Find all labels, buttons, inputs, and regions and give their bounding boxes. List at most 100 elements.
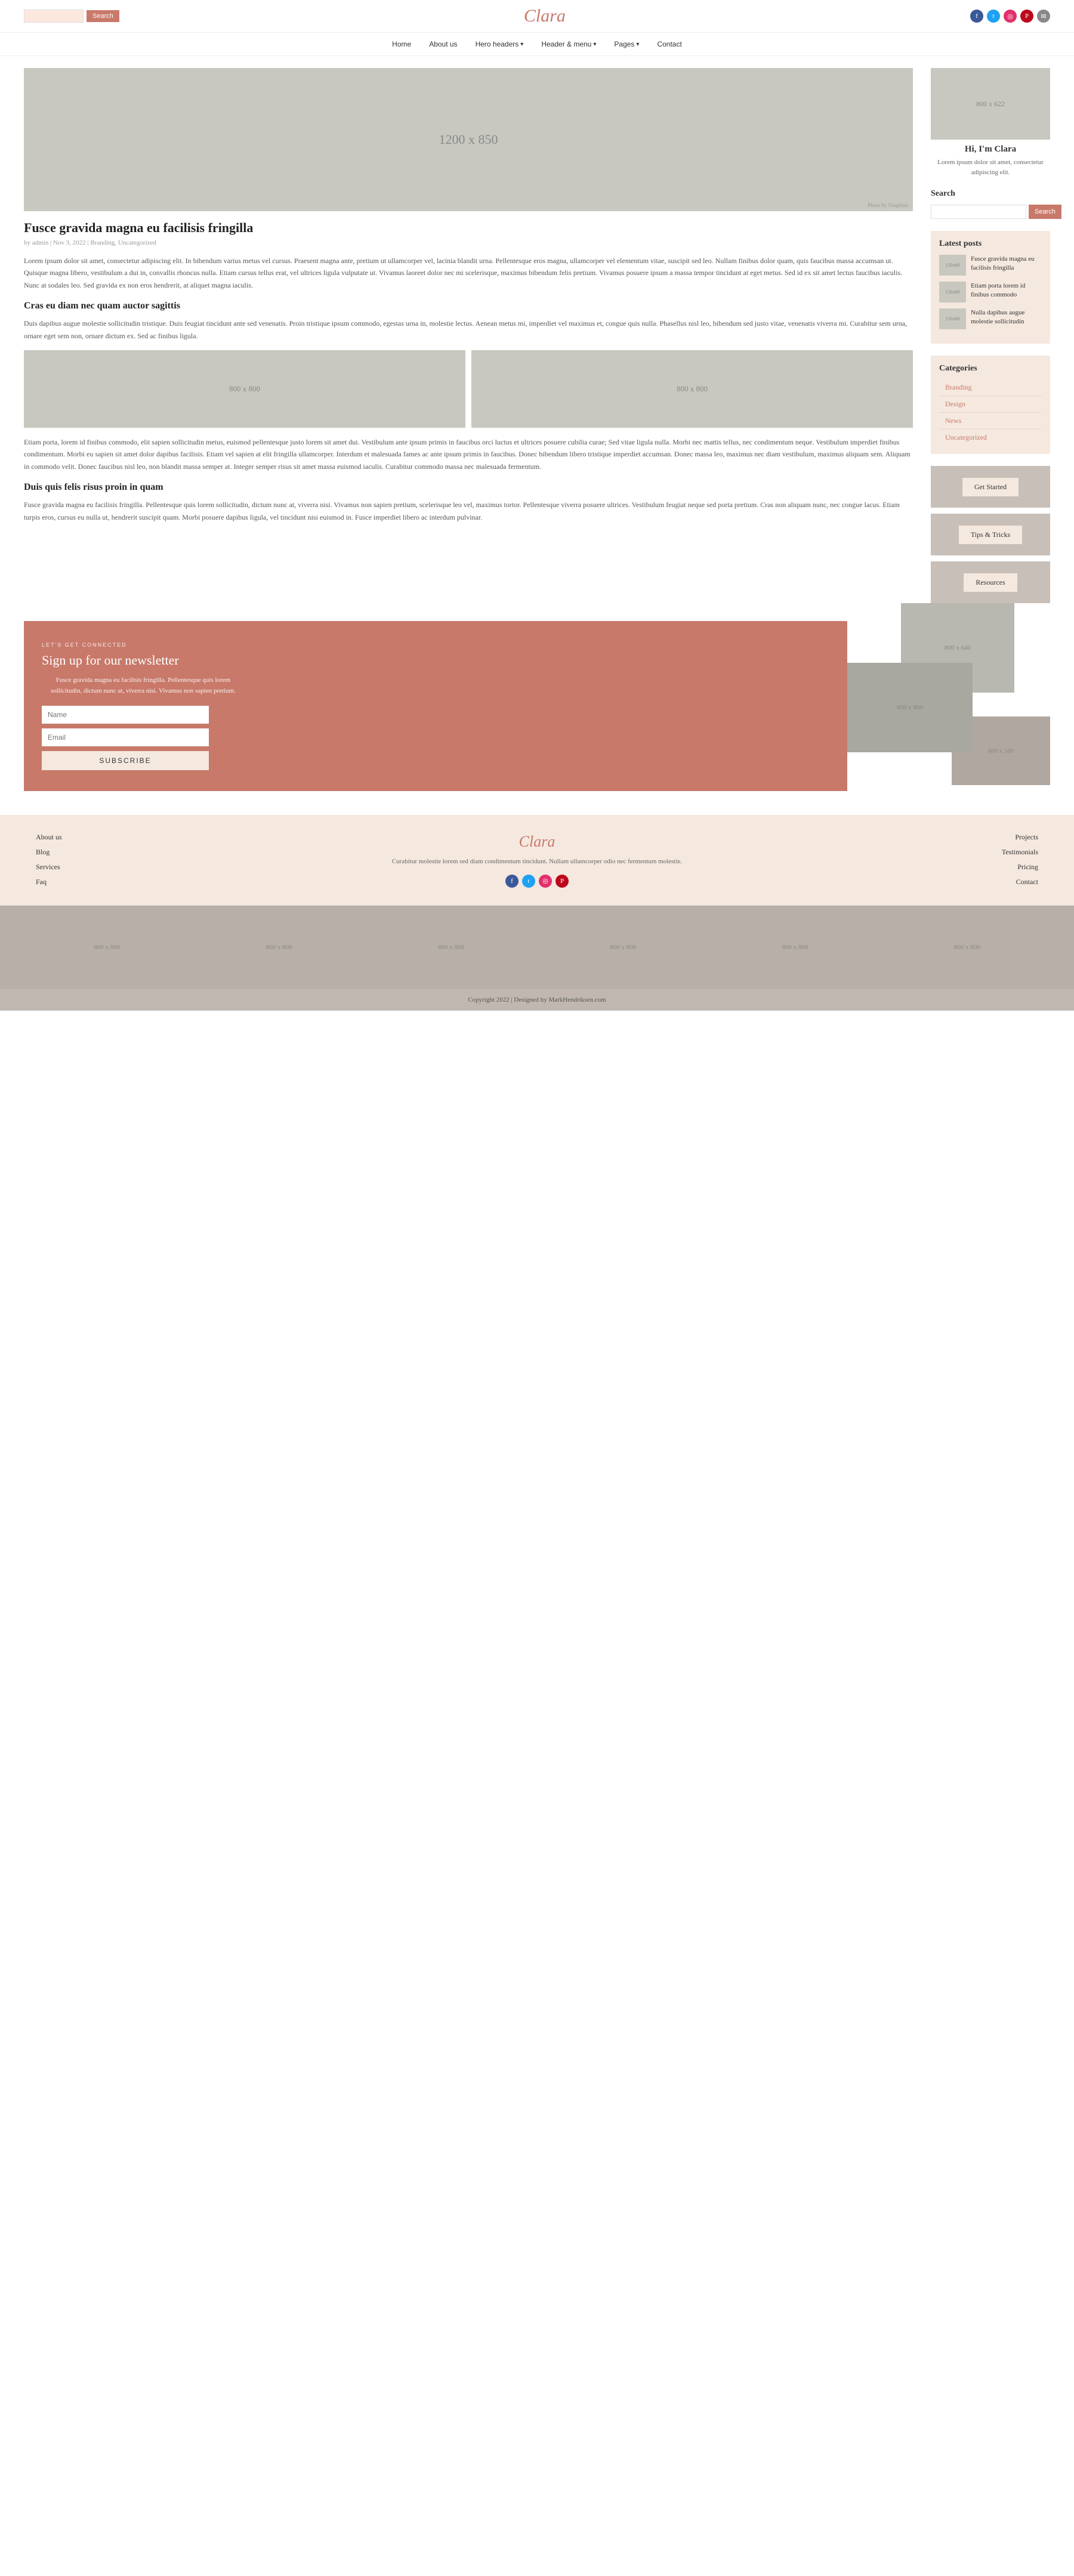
strip-image-4: 800 x 800	[540, 918, 706, 977]
footer-link-services[interactable]: Services	[36, 863, 107, 872]
sidebar-profile-widget: 800 x 622 Hi, I'm Clara Lorem ipsum dolo…	[931, 68, 1050, 177]
newsletter-name-input[interactable]	[42, 706, 209, 724]
main-navigation: Home About us Hero headers Header & menu…	[0, 33, 1074, 56]
hero-image: 1200 x 850 Photo by Unsplash	[24, 68, 913, 211]
article-heading-2: Duis quis felis risus proin in quam	[24, 482, 913, 493]
pinterest-icon[interactable]: P	[1020, 10, 1033, 23]
sidebar-profile-name: Hi, I'm Clara	[931, 144, 1050, 155]
sidebar-get-started-widget[interactable]: Get Started	[931, 466, 1050, 508]
newsletter-content: LET'S GET CONNECTED Sign up for our news…	[24, 621, 847, 791]
category-uncategorized[interactable]: Uncategorized	[939, 430, 1042, 446]
post-title-2[interactable]: Etiam porta lorem id finibus commodo	[971, 282, 1042, 300]
post-title-3[interactable]: Nulla dapibus augue molestie sollicitudi…	[971, 308, 1042, 327]
article-image-1: 800 x 800	[24, 350, 465, 428]
footer: About us Blog Services Faq Clara Curabit…	[0, 815, 1074, 906]
hero-image-credit: Photo by Unsplash	[868, 202, 908, 208]
sidebar-search-widget: Search Search	[931, 189, 1050, 219]
nav-home[interactable]: Home	[392, 40, 411, 48]
footer-link-pricing[interactable]: Pricing	[967, 863, 1038, 872]
nav-pages[interactable]: Pages	[614, 40, 639, 48]
nav-header-menu[interactable]: Header & menu	[541, 40, 596, 48]
article-meta: by admin | Nov 3, 2022 | Branding, Uncat…	[24, 239, 913, 246]
category-news[interactable]: News	[939, 413, 1042, 430]
footer-link-about[interactable]: About us	[36, 833, 107, 842]
site-logo: Clara	[119, 6, 970, 26]
article-paragraph-3: Etiam porta, lorem id finibus commodo, e…	[24, 436, 913, 472]
post-title-1[interactable]: Fusce gravida magna eu facilisis fringil…	[971, 255, 1042, 273]
post-thumbnail-1: 150x80	[939, 255, 966, 276]
twitter-icon[interactable]: t	[987, 10, 1000, 23]
instagram-icon[interactable]: ◎	[1004, 10, 1017, 23]
footer-link-projects[interactable]: Projects	[967, 833, 1038, 842]
image-strip: 800 x 800 800 x 800 800 x 800 800 x 800 …	[0, 906, 1074, 989]
footer-description: Curabitur molestie lorem sed diam condim…	[125, 857, 949, 867]
sidebar-search-row: Search	[931, 205, 1050, 219]
copyright-text: Copyright 2022 | Designed by MarkHendrik…	[468, 996, 606, 1003]
sidebar-tips-widget[interactable]: Tips & Tricks	[931, 514, 1050, 555]
newsletter-images: 800 x 640 800 x 800 800 x 500	[847, 621, 1050, 791]
footer-link-testimonials[interactable]: Testimonials	[967, 848, 1038, 857]
newsletter-tag: LET'S GET CONNECTED	[42, 642, 127, 648]
article-image-2: 800 x 800	[471, 350, 913, 428]
footer-left-links: About us Blog Services Faq	[36, 833, 107, 887]
list-item: 150x80 Nulla dapibus augue molestie soll…	[939, 308, 1042, 329]
footer-link-blog[interactable]: Blog	[36, 848, 107, 857]
newsletter-email-input[interactable]	[42, 728, 209, 746]
category-design[interactable]: Design	[939, 396, 1042, 413]
post-thumbnail-2: 150x80	[939, 282, 966, 302]
strip-image-2: 800 x 800	[196, 918, 362, 977]
strip-image-6: 800 x 800	[884, 918, 1050, 977]
footer-pinterest-icon[interactable]: P	[555, 875, 569, 888]
newsletter-title: Sign up for our newsletter	[42, 653, 179, 668]
sidebar-profile-image: 800 x 622	[931, 68, 1050, 140]
newsletter-description: Fusce gravida magna eu facilisis fringil…	[42, 675, 245, 696]
nav-contact[interactable]: Contact	[657, 40, 681, 48]
header-search-input[interactable]	[24, 10, 84, 23]
footer-logo: Clara	[125, 833, 949, 851]
nav-hero-headers[interactable]: Hero headers	[476, 40, 524, 48]
nav-about[interactable]: About us	[429, 40, 457, 48]
header-search-area: Search	[24, 10, 119, 23]
tips-tricks-button[interactable]: Tips & Tricks	[959, 526, 1022, 544]
copyright-bar: Copyright 2022 | Designed by MarkHendrik…	[0, 989, 1074, 1011]
facebook-icon[interactable]: f	[970, 10, 983, 23]
hero-image-label: 1200 x 850	[439, 132, 498, 147]
article-title: Fusce gravida magna eu facilisis fringil…	[24, 220, 913, 236]
article-body: Lorem ipsum dolor sit amet, consectetur …	[24, 255, 913, 523]
post-thumbnail-3: 150x80	[939, 308, 966, 329]
sidebar-categories-widget: Categories Branding Design News Uncatego…	[931, 356, 1050, 454]
article-paragraph-1: Lorem ipsum dolor sit amet, consectetur …	[24, 255, 913, 291]
sidebar-search-button[interactable]: Search	[1029, 205, 1061, 219]
footer-twitter-icon[interactable]: t	[522, 875, 535, 888]
sidebar-resources-widget[interactable]: Resources	[931, 561, 1050, 603]
sidebar-search-label: Search	[931, 189, 1050, 199]
sidebar: 800 x 622 Hi, I'm Clara Lorem ipsum dolo…	[931, 68, 1050, 609]
main-content: 1200 x 850 Photo by Unsplash Fusce gravi…	[24, 68, 913, 609]
footer-right-links: Projects Testimonials Pricing Contact	[967, 833, 1038, 887]
footer-instagram-icon[interactable]: ◎	[539, 875, 552, 888]
article-heading-1: Cras eu diam nec quam auctor sagittis	[24, 301, 913, 311]
newsletter-subscribe-button[interactable]: SUBSCRIBE	[42, 751, 209, 770]
category-branding[interactable]: Branding	[939, 379, 1042, 396]
page-wrapper: 1200 x 850 Photo by Unsplash Fusce gravi…	[0, 56, 1074, 621]
footer-facebook-icon[interactable]: f	[505, 875, 519, 888]
footer-link-contact[interactable]: Contact	[967, 878, 1038, 887]
sidebar-categories-title: Categories	[939, 364, 1042, 373]
article-paragraph-4: Fusce gravida magna eu facilisis fringil…	[24, 499, 913, 523]
strip-image-5: 800 x 800	[712, 918, 878, 977]
sidebar-profile-text: Lorem ipsum dolor sit amet, consectetur …	[931, 157, 1050, 177]
footer-link-faq[interactable]: Faq	[36, 878, 107, 887]
list-item: 150x80 Etiam porta lorem id finibus comm…	[939, 282, 1042, 302]
newsletter-section: LET'S GET CONNECTED Sign up for our news…	[24, 621, 1050, 791]
article: Fusce gravida magna eu facilisis fringil…	[24, 220, 913, 523]
sidebar-search-input[interactable]	[931, 205, 1026, 219]
resources-button[interactable]: Resources	[964, 573, 1017, 592]
social-icons-group: f t ◎ P ✉	[970, 10, 1050, 23]
strip-image-1: 800 x 800	[24, 918, 190, 977]
get-started-button[interactable]: Get Started	[962, 478, 1019, 496]
article-paragraph-2: Duis dapibus augue molestie sollicitudin…	[24, 317, 913, 342]
strip-image-3: 800 x 800	[368, 918, 534, 977]
header-search-button[interactable]: Search	[87, 10, 119, 22]
email-icon[interactable]: ✉	[1037, 10, 1050, 23]
newsletter-image-2: 800 x 800	[847, 663, 973, 752]
